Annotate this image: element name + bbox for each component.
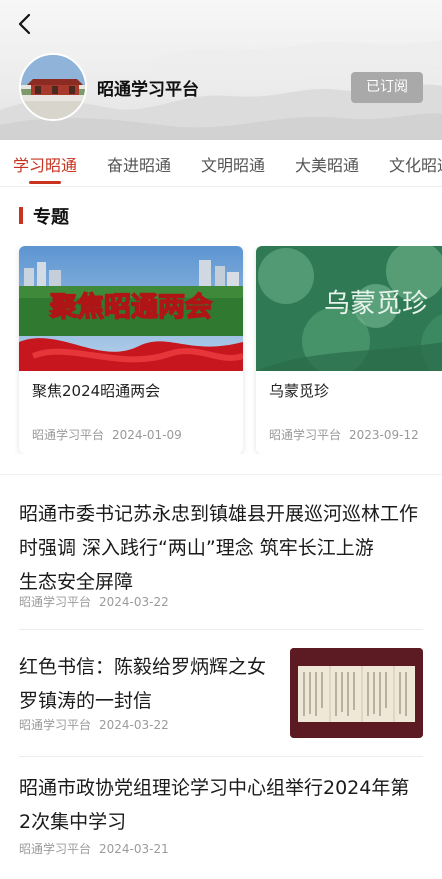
tabs-divider [0,186,442,187]
back-arrow-icon [18,13,31,35]
platform-name: 昭通学习平台 [97,80,199,100]
tab-civilization[interactable]: 文明昭通 [201,152,265,176]
article-source: 昭通学习平台 [19,842,92,856]
article-divider [19,629,423,630]
topic-card-image: 聚焦昭通两会 [19,246,243,371]
tab-beauty[interactable]: 大美昭通 [295,152,359,176]
topic-card-meta: 昭通学习平台 2023-09-12 [269,426,419,443]
article-divider [19,756,423,757]
channel-header: 昭通学习平台 已订阅 [0,0,442,140]
topic-card-image-text: 乌蒙觅珍 [324,289,428,319]
article-thumbnail [290,648,423,738]
topic-card-title: 聚焦2024昭通两会 [32,382,161,400]
article-date: 2024-03-21 [99,842,169,856]
article-date: 2024-03-22 [99,718,169,732]
article-title: 红色书信：陈毅给罗炳辉之女 罗镇涛的一封信 [19,656,267,712]
topic-card[interactable]: 聚焦昭通两会 聚焦2024昭通两会 昭通学习平台 2024-01-09 [19,246,243,454]
topic-card-date: 2024-01-09 [112,428,182,442]
article-source: 昭通学习平台 [19,595,92,609]
topic-card-source: 昭通学习平台 [32,428,105,442]
topic-card-source: 昭通学习平台 [269,428,342,442]
topic-card-image-text: 聚焦昭通两会 [49,291,212,323]
tab-study[interactable]: 学习昭通 [13,152,77,176]
topic-carousel[interactable]: 聚焦昭通两会 聚焦2024昭通两会 昭通学习平台 2024-01-09 乌蒙觅珍 … [0,246,442,454]
tab-culture[interactable]: 文化昭通 [389,152,442,176]
topic-card-image: 乌蒙觅珍 [256,246,442,371]
article-meta: 昭通学习平台 2024-03-22 [19,593,169,610]
article-title: 昭通市委书记苏永忠到镇雄县开展巡河巡林工作 时强调 深入践行“两山”理念 筑牢长… [19,503,419,593]
section-divider [0,474,442,482]
subscribed-button[interactable]: 已订阅 [351,72,423,103]
channel-avatar [19,53,87,121]
topic-card[interactable]: 乌蒙觅珍 乌蒙觅珍 昭通学习平台 2023-09-12 [256,246,442,454]
section-accent-bar [19,207,23,224]
tab-progress[interactable]: 奋进昭通 [107,152,171,176]
article-meta: 昭通学习平台 2024-03-22 [19,716,169,733]
topic-card-date: 2023-09-12 [349,428,419,442]
article-title: 昭通市政协党组理论学习中心组举行2024年第 2次集中学习 [19,777,410,833]
category-tabs: 学习昭通 奋进昭通 文明昭通 大美昭通 文化昭通 [0,140,442,186]
section-title: 专题 [33,207,69,228]
article-date: 2024-03-22 [99,595,169,609]
article-meta: 昭通学习平台 2024-03-21 [19,840,169,857]
article-source: 昭通学习平台 [19,718,92,732]
topic-card-title: 乌蒙觅珍 [269,382,330,400]
topic-card-meta: 昭通学习平台 2024-01-09 [32,426,182,443]
active-tab-indicator [29,181,61,184]
back-button[interactable] [12,10,40,38]
